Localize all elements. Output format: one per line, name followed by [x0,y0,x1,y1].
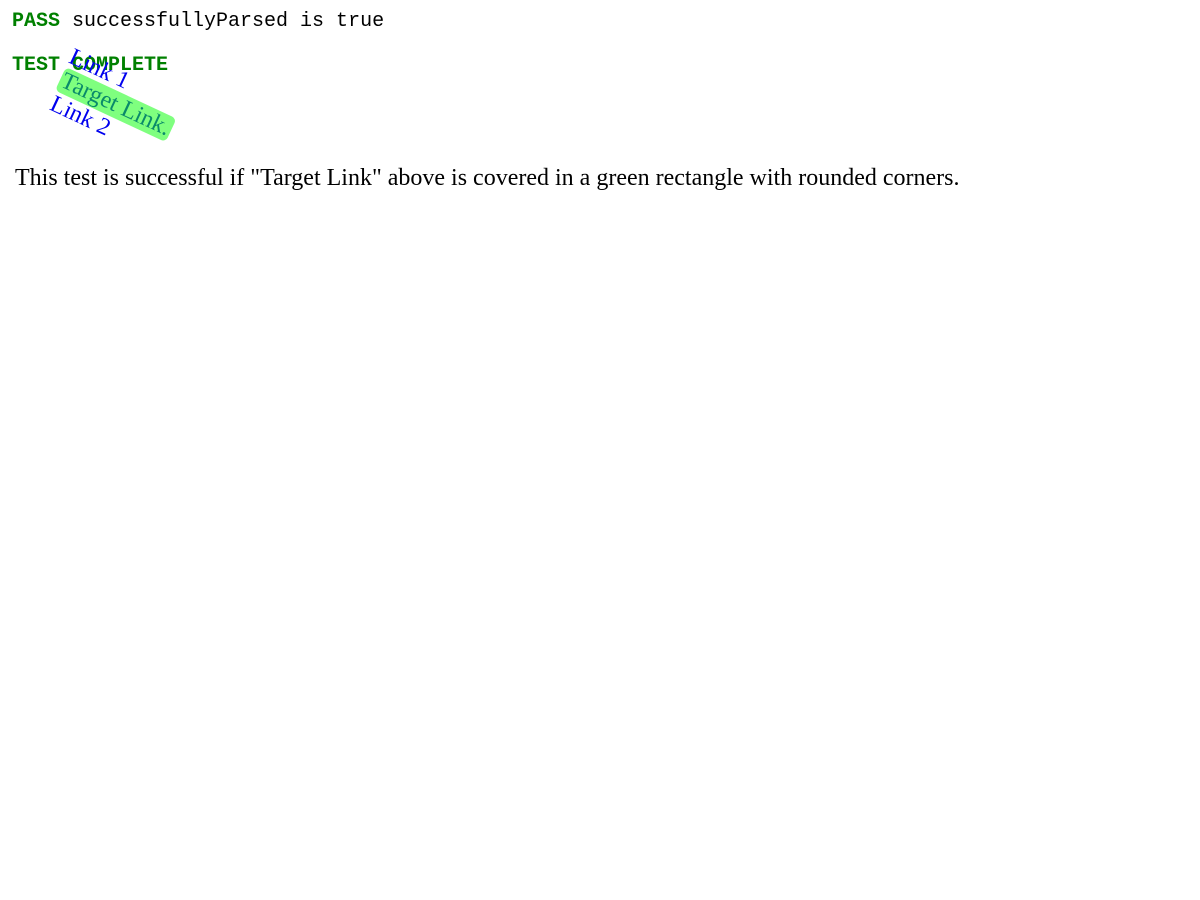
test-description: This test is successful if "Target Link"… [15,165,960,191]
rotated-links-area: Link 1 Target Link. Link 2 [0,0,300,160]
